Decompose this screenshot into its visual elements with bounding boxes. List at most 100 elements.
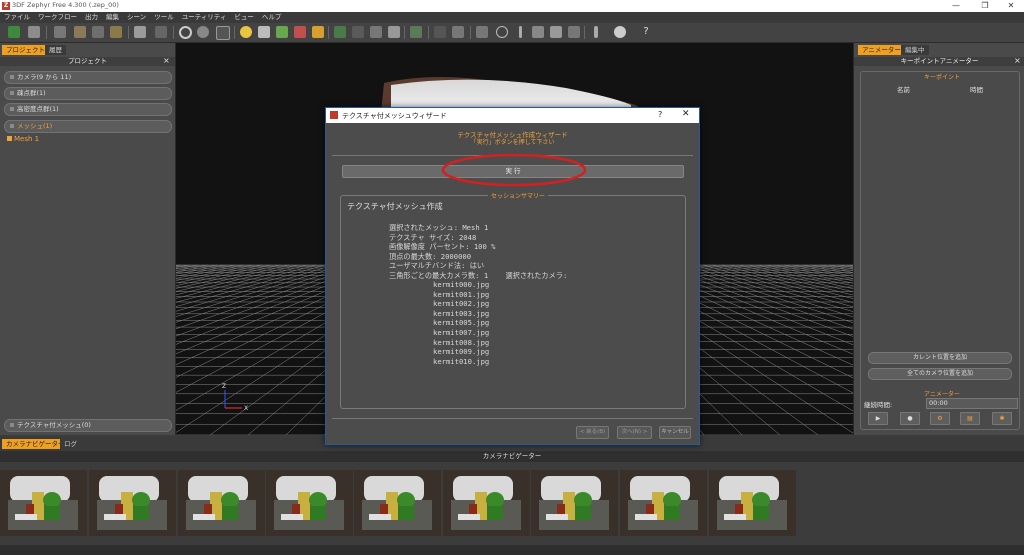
mask-icon[interactable] [614,26,626,38]
col-name: 名前 [897,86,910,94]
camera-thumbnail[interactable] [531,470,618,536]
cancel-button[interactable]: キャンセル [659,426,691,439]
mesh-icon[interactable] [110,26,122,38]
point-cloud-icon[interactable] [74,26,86,38]
menu-export[interactable]: 出力 [85,12,98,23]
add-all-camera-positions-button[interactable]: 全てのカメラ位置を追加 [868,368,1012,380]
pin-icon[interactable] [594,26,598,38]
minimize-button[interactable]: — [943,0,969,12]
group-mesh[interactable]: メッシュ(1) [4,120,172,133]
expand-icon [10,124,14,128]
tab-camera-navigator[interactable]: カメラナビゲーター [2,439,69,449]
duration-label: 継続時間: [864,401,893,409]
menu-file[interactable]: ファイル [4,12,30,23]
axis-z-label: Z [222,383,226,390]
save-icon[interactable] [28,26,40,38]
camera-file: kermit002.jpg [433,299,490,309]
add-current-position-button[interactable]: カレント位置を追加 [868,352,1012,364]
textured-mesh-wizard-dialog: テクスチャ付メッシュウィザード ? ✕ テクスチャ付メッシュ作成ウィザード 「実… [325,107,700,445]
circle-select-icon[interactable] [496,26,508,38]
gizmo-icon[interactable] [532,26,544,38]
orbit-icon[interactable] [197,26,209,38]
tab-project[interactable]: プロジェクト [2,45,49,55]
expand-icon [10,91,14,95]
menu-edit[interactable]: 編集 [106,12,119,23]
dense-cloud-icon[interactable] [92,26,104,38]
play-button[interactable]: ▶ [868,412,888,425]
new-project-icon[interactable] [8,26,20,38]
brush-icon[interactable] [312,26,324,38]
animator-label: アニメーター [924,391,960,398]
panel-close-icon[interactable]: × [1014,56,1021,65]
cube-solid-icon[interactable] [388,26,400,38]
menu-view[interactable]: ビュー [234,12,254,23]
next-button[interactable]: 次へ(N) > [617,426,652,439]
camera-frame-icon[interactable] [54,26,66,38]
project-panel: プロジェクト 履歴 プロジェクト × カメラ(9 から 11) 疎点群(1) 高… [0,43,176,435]
group-sparse-cloud[interactable]: 疎点群(1) [4,87,172,100]
redo-icon[interactable] [452,26,464,38]
grid-icon[interactable] [568,26,580,38]
camera-file: kermit007.jpg [433,327,490,337]
dialog-close-button[interactable]: ✕ [682,109,690,119]
grid-line [684,264,853,318]
light-bulb-icon[interactable] [240,26,252,38]
camera-icon[interactable] [155,26,167,38]
group-label: メッシュ(1) [17,122,53,130]
menu-scene[interactable]: シーン [127,12,146,23]
fit-view-icon[interactable] [410,26,422,38]
tab-history[interactable]: 履歴 [45,45,66,55]
panel-close-icon[interactable]: × [163,56,170,65]
mesh-item[interactable]: Mesh 1 [7,135,39,143]
back-button[interactable]: < 戻る(B) [576,426,609,439]
camera-thumbnail[interactable] [354,470,441,536]
camera-thumbnail[interactable] [89,470,176,536]
grid-line [747,264,853,289]
help-icon[interactable]: ? [640,26,652,38]
save-animation-button[interactable]: ▤ [960,412,980,425]
frame-icon[interactable] [216,26,230,40]
texture-triangle-icon[interactable] [276,26,288,38]
panel-title: プロジェクト [0,57,175,66]
cube-icon[interactable] [370,26,382,38]
triangle-icon[interactable] [258,26,270,38]
undo-icon[interactable] [434,26,446,38]
tab-log[interactable]: ログ [60,439,81,449]
record-button[interactable]: ● [900,412,920,425]
status-bar [0,545,1024,555]
menu-utilities[interactable]: ユーティリティ [182,12,227,23]
camera-thumbnail[interactable] [709,470,796,536]
select-faces-icon[interactable] [352,26,364,38]
group-cameras[interactable]: カメラ(9 から 11) [4,71,172,84]
tab-editing[interactable]: 編集中 [901,45,929,55]
box-icon[interactable] [134,26,146,38]
lasso-icon[interactable] [476,26,488,38]
select-dots-icon[interactable] [334,26,346,38]
camera-thumbnail[interactable] [0,470,87,536]
rotate-icon[interactable] [179,26,192,39]
close-window-button[interactable]: ✕ [998,0,1024,12]
camera-thumbnail[interactable] [266,470,353,536]
grid-line [693,264,853,312]
camera-thumbnail[interactable] [178,470,265,536]
settings-button[interactable]: ✱ [992,412,1012,425]
grid-line [176,264,344,317]
camera-thumbnail[interactable] [620,470,707,536]
camera-thumbnail[interactable] [443,470,530,536]
expand-icon [10,75,14,79]
export-button[interactable]: ⚙ [930,412,950,425]
camera-navigator-title: カメラナビゲーター [0,451,1024,462]
maximize-button[interactable]: ❐ [972,0,998,12]
group-dense-cloud[interactable]: 高密度点群(1) [4,103,172,116]
tab-animator[interactable]: アニメーター [858,45,905,55]
group-textured-mesh[interactable]: テクスチャ付メッシュ(0) [4,419,172,432]
vertex-icon[interactable] [294,26,306,38]
translate-icon[interactable] [519,26,522,38]
menu-help[interactable]: ヘルプ [262,12,282,23]
menu-tools[interactable]: ツール [154,12,174,23]
duration-field[interactable]: 00:00 [926,398,1018,409]
menu-workflow[interactable]: ワークフロー [38,12,77,23]
summary-lines: 選択されたメッシュ: Mesh 1 テクスチャ サイズ: 2048 画像解像度 … [389,223,567,281]
dialog-help-button[interactable]: ? [658,110,662,119]
measure-icon[interactable] [550,26,562,38]
